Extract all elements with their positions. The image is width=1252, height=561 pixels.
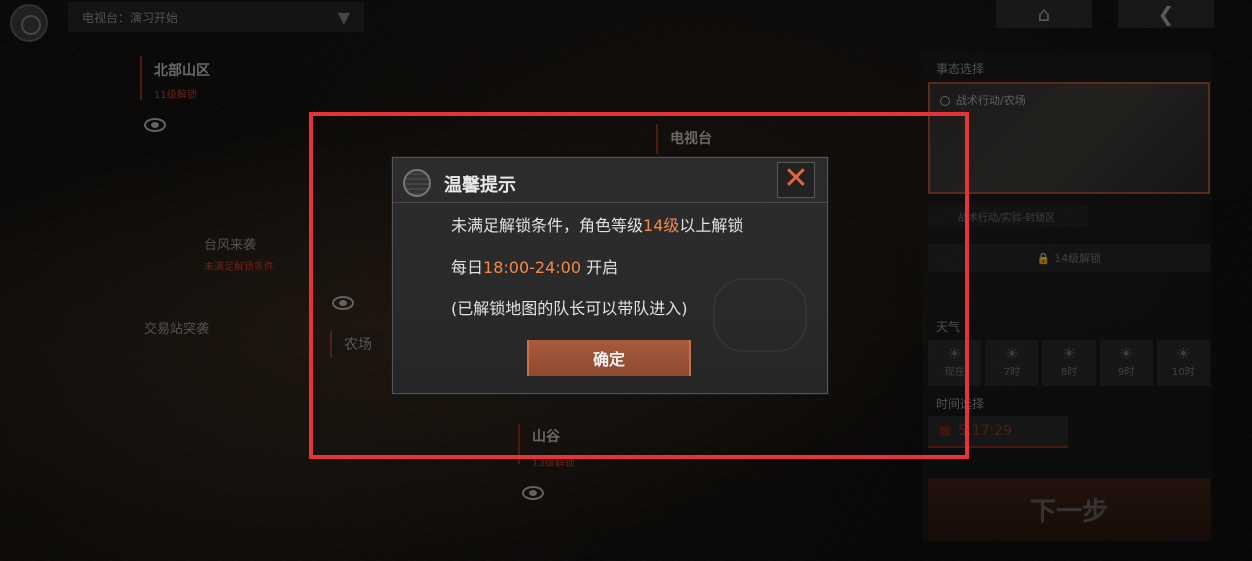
dialog-title: 温馨提示 [444,175,516,196]
confirm-label: 确定 [592,350,625,369]
open-time-text: 每日18:00-24:00 开启 [451,258,619,277]
game-screen: 电视台：演习开始 ▼ ⌂ ❮ 北部山区 11级解锁 电视台 台风来袭 未满足解锁… [0,0,1252,561]
close-button[interactable]: ✕ [777,162,815,198]
confirm-button[interactable]: 确定 [527,340,691,376]
close-icon: ✕ [783,161,809,196]
globe-icon [403,169,431,197]
unlock-condition-text: 未满足解锁条件，角色等级14级以上解锁 [451,216,744,235]
dialog-background-art [713,278,807,352]
dialog-header: 温馨提示 ✕ [393,158,827,203]
captain-note-text: (已解锁地图的队长可以带队进入) [451,299,688,318]
notice-dialog: 温馨提示 ✕ 未满足解锁条件，角色等级14级以上解锁 每日18:00-24:00… [392,157,828,394]
